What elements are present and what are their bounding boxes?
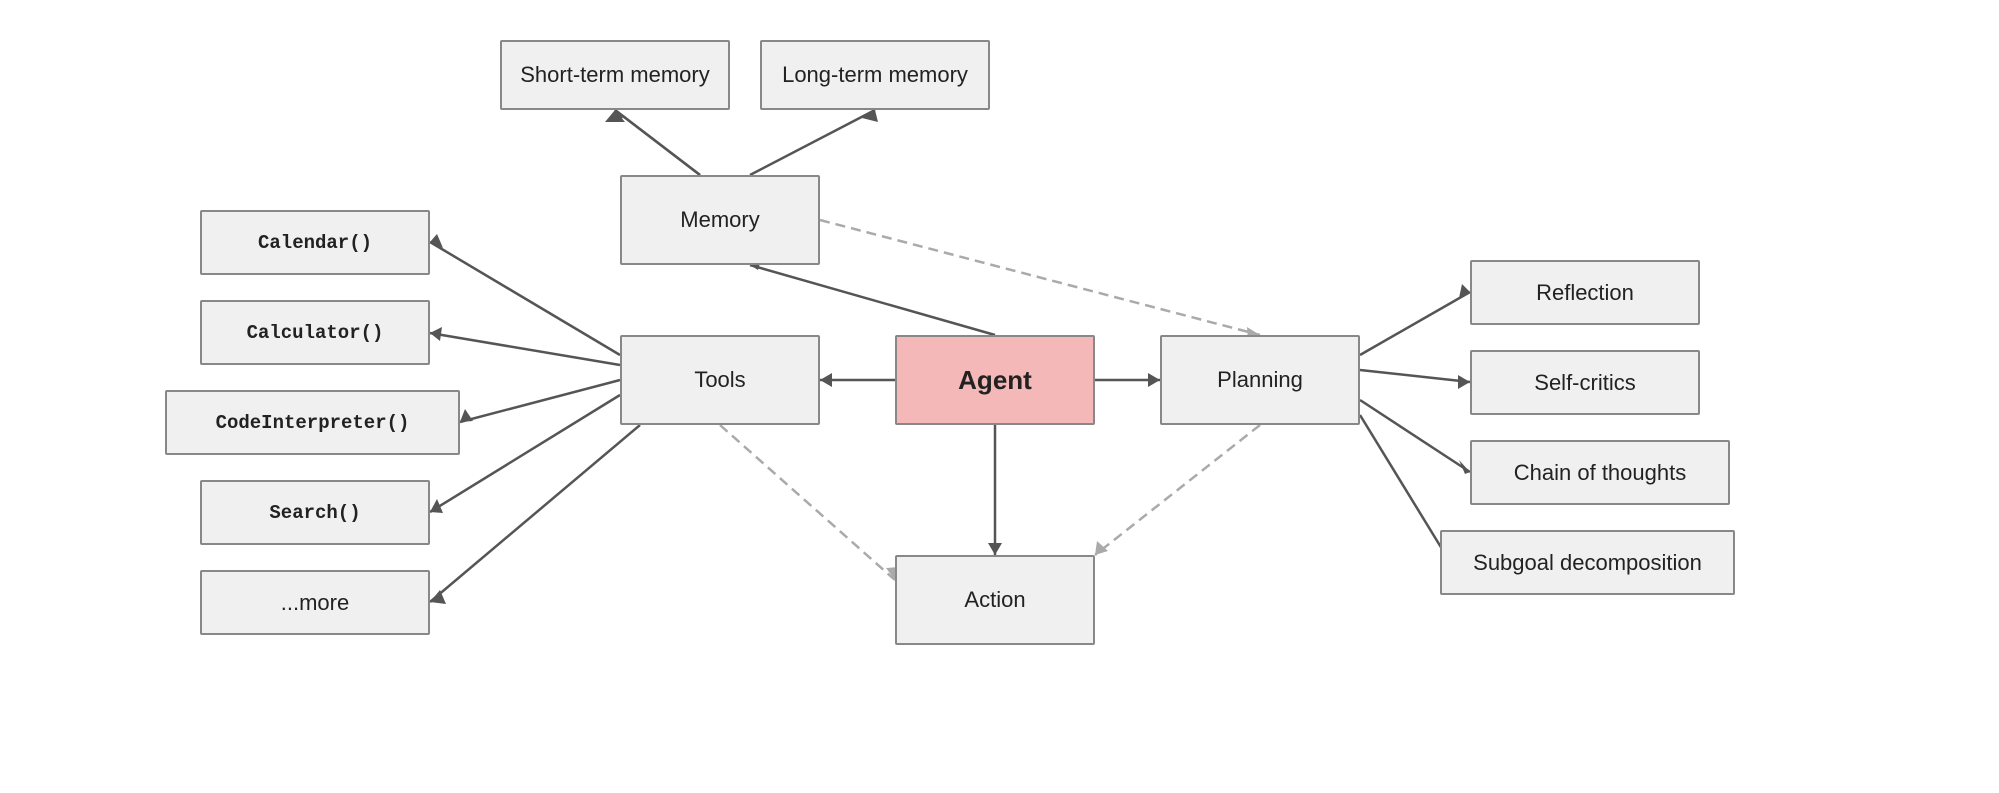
calendar-box: Calendar() — [200, 210, 430, 275]
code-interpreter-box: CodeInterpreter() — [165, 390, 460, 455]
subgoal-decomposition-box: Subgoal decomposition — [1440, 530, 1735, 595]
self-critics-box: Self-critics — [1470, 350, 1700, 415]
action-box: Action — [895, 555, 1095, 645]
long-term-memory-box: Long-term memory — [760, 40, 990, 110]
search-box: Search() — [200, 480, 430, 545]
short-term-memory-box: Short-term memory — [500, 40, 730, 110]
reflection-box: Reflection — [1470, 260, 1700, 325]
calculator-box: Calculator() — [200, 300, 430, 365]
memory-box: Memory — [620, 175, 820, 265]
more-box: ...more — [200, 570, 430, 635]
tools-box: Tools — [620, 335, 820, 425]
agent-box: Agent — [895, 335, 1095, 425]
planning-box: Planning — [1160, 335, 1360, 425]
chain-of-thoughts-box: Chain of thoughts — [1470, 440, 1730, 505]
diagram: Short-term memory Long-term memory Memor… — [0, 0, 1999, 793]
